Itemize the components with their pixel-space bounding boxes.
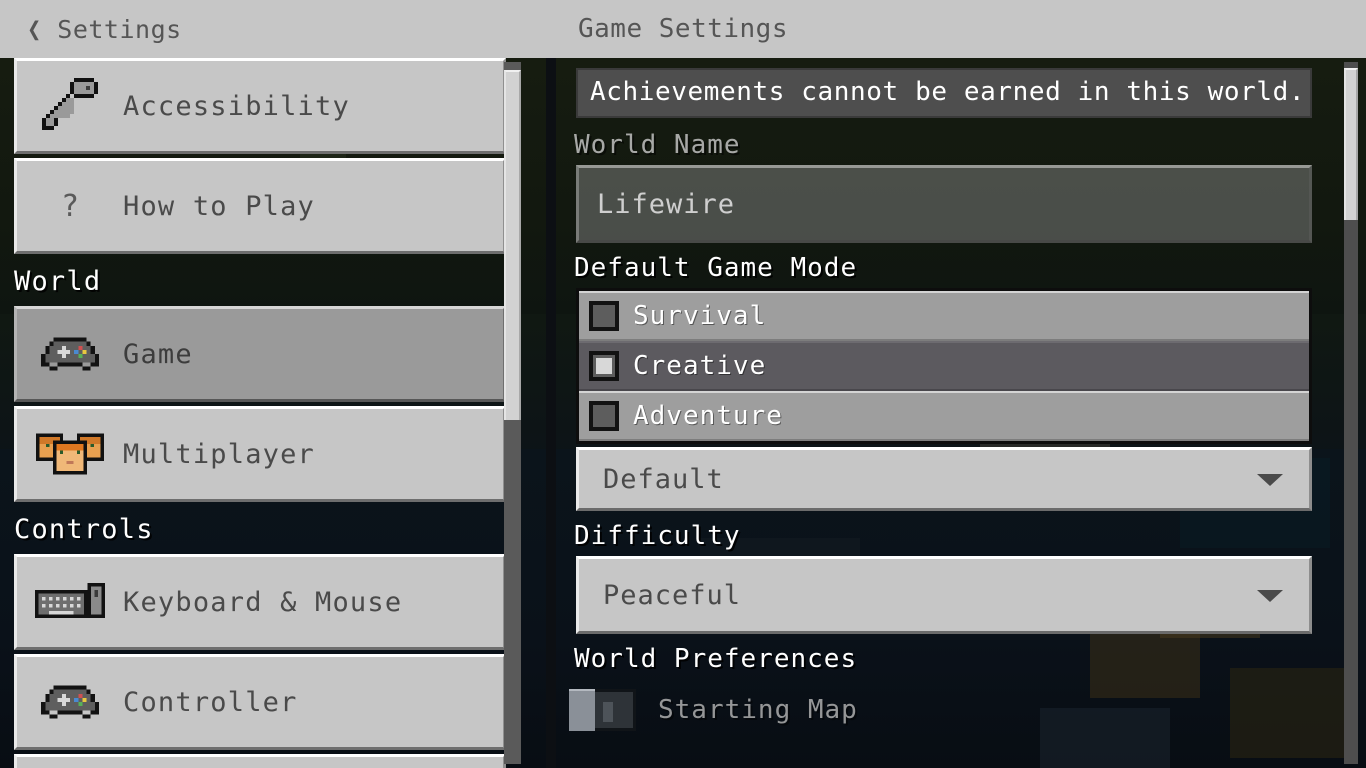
controller-icon (17, 654, 123, 750)
sidebar-item-touch[interactable]: Touch (14, 754, 506, 768)
touch-hand-icon (17, 754, 123, 768)
chevron-down-icon (1257, 474, 1283, 486)
game-mode-dropdown-value: Default (603, 463, 724, 495)
sidebar-list: Accessibility ? How to Play World Game M… (0, 58, 520, 768)
checkbox-checked-icon (589, 351, 619, 381)
game-mode-option-adventure[interactable]: Adventure (579, 391, 1309, 441)
game-settings-panel: Achievements cannot be earned in this wo… (556, 58, 1366, 768)
checkbox-icon (589, 301, 619, 331)
question-mark-icon: ? (60, 188, 80, 224)
page-title: Game Settings (578, 14, 788, 44)
sidebar-item-how-to-play[interactable]: ? How to Play (14, 158, 506, 254)
panel-scrollbar-track[interactable] (1344, 62, 1358, 764)
controller-icon (17, 306, 123, 402)
chevron-left-icon: ❮ (27, 13, 42, 45)
game-mode-option-survival[interactable]: Survival (579, 291, 1309, 341)
game-settings-screen: ❮ Settings Game Settings Accessibility ?… (0, 0, 1366, 768)
world-preferences-label: World Preferences (574, 644, 858, 674)
header-bar: ❮ Settings Game Settings (0, 0, 1366, 58)
game-mode-dropdown[interactable]: Default (576, 447, 1312, 511)
settings-sidebar: Accessibility ? How to Play World Game M… (0, 58, 540, 768)
sidebar-group-controls: Controls (14, 514, 154, 545)
difficulty-dropdown-value: Peaceful (603, 579, 742, 611)
game-mode-option-creative[interactable]: Creative (579, 341, 1309, 391)
difficulty-label: Difficulty (574, 521, 741, 551)
sidebar-item-label: Multiplayer (123, 438, 316, 470)
world-name-input[interactable]: Lifewire (576, 165, 1312, 243)
game-settings-content: Achievements cannot be earned in this wo… (556, 58, 1346, 731)
toggle-slot (603, 702, 613, 722)
achievements-banner: Achievements cannot be earned in this wo… (576, 68, 1312, 118)
sidebar-scrollbar-thumb[interactable] (504, 70, 521, 420)
players-heads-icon (17, 406, 123, 502)
toggle-knob (569, 689, 595, 731)
back-button[interactable]: ❮ Settings (18, 0, 190, 58)
sidebar-scrollbar-track[interactable] (504, 62, 521, 764)
chevron-down-icon (1257, 590, 1283, 602)
panel-scrollbar-thumb[interactable] (1344, 68, 1358, 220)
starting-map-toggle[interactable] (569, 689, 636, 731)
sidebar-item-label: Accessibility (123, 90, 350, 122)
sidebar-item-game[interactable]: Game (14, 306, 506, 402)
checkbox-icon (589, 401, 619, 431)
back-button-label: Settings (57, 14, 182, 44)
keyboard-mouse-icon (17, 554, 123, 650)
default-game-mode-label: Default Game Mode (574, 253, 858, 283)
starting-map-label: Starting Map (658, 695, 858, 725)
sidebar-item-multiplayer[interactable]: Multiplayer (14, 406, 506, 502)
starting-map-row[interactable]: Starting Map (556, 679, 1346, 731)
world-name-label: World Name (574, 130, 741, 160)
sidebar-item-keyboard-mouse[interactable]: Keyboard & Mouse (14, 554, 506, 650)
difficulty-dropdown[interactable]: Peaceful (576, 556, 1312, 634)
sidebar-item-label: Game (123, 338, 193, 370)
game-mode-option-label: Survival (633, 301, 767, 331)
sidebar-item-accessibility[interactable]: Accessibility (14, 58, 506, 154)
sidebar-item-label: Keyboard & Mouse (123, 586, 403, 618)
sidebar-item-label: Controller (123, 686, 298, 718)
default-game-mode-options: Survival Creative Adventure (576, 288, 1312, 444)
game-mode-option-label: Adventure (633, 401, 783, 431)
sidebar-item-controller[interactable]: Controller (14, 654, 506, 750)
sidebar-group-world: World (14, 266, 102, 297)
key-icon (17, 58, 123, 154)
sidebar-item-label: How to Play (123, 190, 316, 222)
game-mode-option-label: Creative (633, 351, 767, 381)
panel-divider (546, 58, 556, 768)
